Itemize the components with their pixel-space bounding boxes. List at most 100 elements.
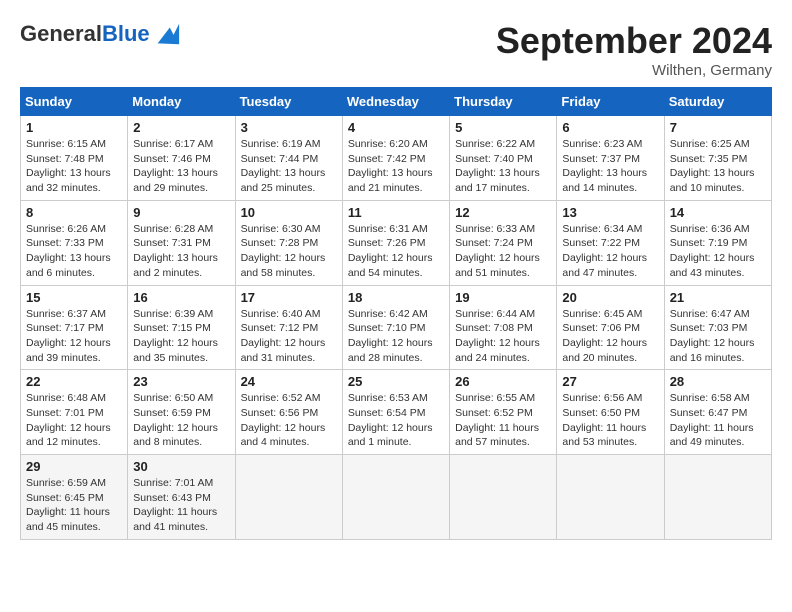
- table-row: 15 Sunrise: 6:37 AM Sunset: 7:17 PM Dayli…: [21, 285, 128, 370]
- day-info: Sunrise: 7:01 AM Sunset: 6:43 PM Dayligh…: [133, 476, 229, 535]
- day-info: Sunrise: 6:22 AM Sunset: 7:40 PM Dayligh…: [455, 137, 551, 196]
- calendar-week-row: 22 Sunrise: 6:48 AM Sunset: 7:01 PM Dayli…: [21, 370, 772, 455]
- day-info: Sunrise: 6:56 AM Sunset: 6:50 PM Dayligh…: [562, 391, 658, 450]
- calendar-week-row: 15 Sunrise: 6:37 AM Sunset: 7:17 PM Dayli…: [21, 285, 772, 370]
- table-row: 3 Sunrise: 6:19 AM Sunset: 7:44 PM Daylig…: [235, 116, 342, 201]
- day-number: 7: [670, 120, 766, 135]
- table-row: 6Sunrise: 6:23 AM Sunset: 7:37 PM Daylig…: [557, 116, 664, 201]
- day-info: Sunrise: 6:39 AM Sunset: 7:15 PM Dayligh…: [133, 307, 229, 366]
- day-info: Sunrise: 6:42 AM Sunset: 7:10 PM Dayligh…: [348, 307, 444, 366]
- day-info: Sunrise: 6:44 AM Sunset: 7:08 PM Dayligh…: [455, 307, 551, 366]
- table-row: 2 Sunrise: 6:17 AM Sunset: 7:46 PM Daylig…: [128, 116, 235, 201]
- table-row: 26 Sunrise: 6:55 AM Sunset: 6:52 PM Dayli…: [450, 370, 557, 455]
- logo-icon: [153, 20, 181, 48]
- calendar-week-row: 1Sunrise: 6:15 AM Sunset: 7:48 PM Daylig…: [21, 116, 772, 201]
- table-row: 20 Sunrise: 6:45 AM Sunset: 7:06 PM Dayli…: [557, 285, 664, 370]
- day-number: 18: [348, 290, 444, 305]
- day-info: Sunrise: 6:47 AM Sunset: 7:03 PM Dayligh…: [670, 307, 766, 366]
- day-number: 9: [133, 205, 229, 220]
- day-info: Sunrise: 6:50 AM Sunset: 6:59 PM Dayligh…: [133, 391, 229, 450]
- day-info: Sunrise: 6:55 AM Sunset: 6:52 PM Dayligh…: [455, 391, 551, 450]
- col-friday: Friday: [557, 88, 664, 116]
- table-row: 13 Sunrise: 6:34 AM Sunset: 7:22 PM Dayli…: [557, 200, 664, 285]
- day-number: 11: [348, 205, 444, 220]
- col-wednesday: Wednesday: [342, 88, 449, 116]
- title-block: September 2024 Wilthen, Germany: [496, 20, 772, 79]
- day-info: Sunrise: 6:34 AM Sunset: 7:22 PM Dayligh…: [562, 222, 658, 281]
- table-row: 12 Sunrise: 6:33 AM Sunset: 7:24 PM Dayli…: [450, 200, 557, 285]
- day-number: 21: [670, 290, 766, 305]
- col-tuesday: Tuesday: [235, 88, 342, 116]
- day-number: 14: [670, 205, 766, 220]
- day-number: 26: [455, 374, 551, 389]
- day-number: 5: [455, 120, 551, 135]
- day-info: Sunrise: 6:30 AM Sunset: 7:28 PM Dayligh…: [241, 222, 337, 281]
- table-row: 21 Sunrise: 6:47 AM Sunset: 7:03 PM Dayli…: [664, 285, 771, 370]
- day-number: 4: [348, 120, 444, 135]
- day-number: 10: [241, 205, 337, 220]
- day-info: Sunrise: 6:53 AM Sunset: 6:54 PM Dayligh…: [348, 391, 444, 450]
- day-info: Sunrise: 6:59 AM Sunset: 6:45 PM Dayligh…: [26, 476, 122, 535]
- day-number: 20: [562, 290, 658, 305]
- day-info: Sunrise: 6:48 AM Sunset: 7:01 PM Dayligh…: [26, 391, 122, 450]
- day-number: 19: [455, 290, 551, 305]
- table-row: [235, 455, 342, 540]
- logo-general: GeneralBlue: [20, 22, 150, 46]
- table-row: 7 Sunrise: 6:25 AM Sunset: 7:35 PM Daylig…: [664, 116, 771, 201]
- day-info: Sunrise: 6:33 AM Sunset: 7:24 PM Dayligh…: [455, 222, 551, 281]
- calendar-table: Sunday Monday Tuesday Wednesday Thursday…: [20, 87, 772, 540]
- day-info: Sunrise: 6:20 AM Sunset: 7:42 PM Dayligh…: [348, 137, 444, 196]
- day-info: Sunrise: 6:17 AM Sunset: 7:46 PM Dayligh…: [133, 137, 229, 196]
- table-row: 14Sunrise: 6:36 AM Sunset: 7:19 PM Dayli…: [664, 200, 771, 285]
- day-info: Sunrise: 6:52 AM Sunset: 6:56 PM Dayligh…: [241, 391, 337, 450]
- page-header: GeneralBlue September 2024 Wilthen, Germ…: [20, 20, 772, 79]
- table-row: 22 Sunrise: 6:48 AM Sunset: 7:01 PM Dayli…: [21, 370, 128, 455]
- day-info: Sunrise: 6:19 AM Sunset: 7:44 PM Dayligh…: [241, 137, 337, 196]
- table-row: 10 Sunrise: 6:30 AM Sunset: 7:28 PM Dayli…: [235, 200, 342, 285]
- table-row: 1Sunrise: 6:15 AM Sunset: 7:48 PM Daylig…: [21, 116, 128, 201]
- day-number: 27: [562, 374, 658, 389]
- table-row: 11 Sunrise: 6:31 AM Sunset: 7:26 PM Dayli…: [342, 200, 449, 285]
- day-info: Sunrise: 6:40 AM Sunset: 7:12 PM Dayligh…: [241, 307, 337, 366]
- day-info: Sunrise: 6:25 AM Sunset: 7:35 PM Dayligh…: [670, 137, 766, 196]
- table-row: 30 Sunrise: 7:01 AM Sunset: 6:43 PM Dayli…: [128, 455, 235, 540]
- table-row: 4 Sunrise: 6:20 AM Sunset: 7:42 PM Daylig…: [342, 116, 449, 201]
- day-number: 15: [26, 290, 122, 305]
- day-number: 8: [26, 205, 122, 220]
- day-number: 3: [241, 120, 337, 135]
- table-row: 29Sunrise: 6:59 AM Sunset: 6:45 PM Dayli…: [21, 455, 128, 540]
- calendar-week-row: 29Sunrise: 6:59 AM Sunset: 6:45 PM Dayli…: [21, 455, 772, 540]
- table-row: 28 Sunrise: 6:58 AM Sunset: 6:47 PM Dayli…: [664, 370, 771, 455]
- table-row: 5 Sunrise: 6:22 AM Sunset: 7:40 PM Daylig…: [450, 116, 557, 201]
- day-info: Sunrise: 6:28 AM Sunset: 7:31 PM Dayligh…: [133, 222, 229, 281]
- day-info: Sunrise: 6:37 AM Sunset: 7:17 PM Dayligh…: [26, 307, 122, 366]
- day-number: 22: [26, 374, 122, 389]
- table-row: [450, 455, 557, 540]
- day-number: 2: [133, 120, 229, 135]
- day-number: 17: [241, 290, 337, 305]
- col-thursday: Thursday: [450, 88, 557, 116]
- table-row: [342, 455, 449, 540]
- day-number: 1: [26, 120, 122, 135]
- day-number: 24: [241, 374, 337, 389]
- col-monday: Monday: [128, 88, 235, 116]
- col-sunday: Sunday: [21, 88, 128, 116]
- day-number: 13: [562, 205, 658, 220]
- table-row: 16 Sunrise: 6:39 AM Sunset: 7:15 PM Dayli…: [128, 285, 235, 370]
- day-info: Sunrise: 6:23 AM Sunset: 7:37 PM Dayligh…: [562, 137, 658, 196]
- day-number: 28: [670, 374, 766, 389]
- table-row: 9 Sunrise: 6:28 AM Sunset: 7:31 PM Daylig…: [128, 200, 235, 285]
- day-number: 16: [133, 290, 229, 305]
- day-number: 12: [455, 205, 551, 220]
- day-number: 30: [133, 459, 229, 474]
- table-row: [664, 455, 771, 540]
- day-info: Sunrise: 6:45 AM Sunset: 7:06 PM Dayligh…: [562, 307, 658, 366]
- table-row: 19 Sunrise: 6:44 AM Sunset: 7:08 PM Dayli…: [450, 285, 557, 370]
- table-row: 27 Sunrise: 6:56 AM Sunset: 6:50 PM Dayli…: [557, 370, 664, 455]
- table-row: [557, 455, 664, 540]
- calendar-header-row: Sunday Monday Tuesday Wednesday Thursday…: [21, 88, 772, 116]
- day-info: Sunrise: 6:58 AM Sunset: 6:47 PM Dayligh…: [670, 391, 766, 450]
- month-title: September 2024: [496, 20, 772, 62]
- day-info: Sunrise: 6:31 AM Sunset: 7:26 PM Dayligh…: [348, 222, 444, 281]
- logo: GeneralBlue: [20, 20, 181, 48]
